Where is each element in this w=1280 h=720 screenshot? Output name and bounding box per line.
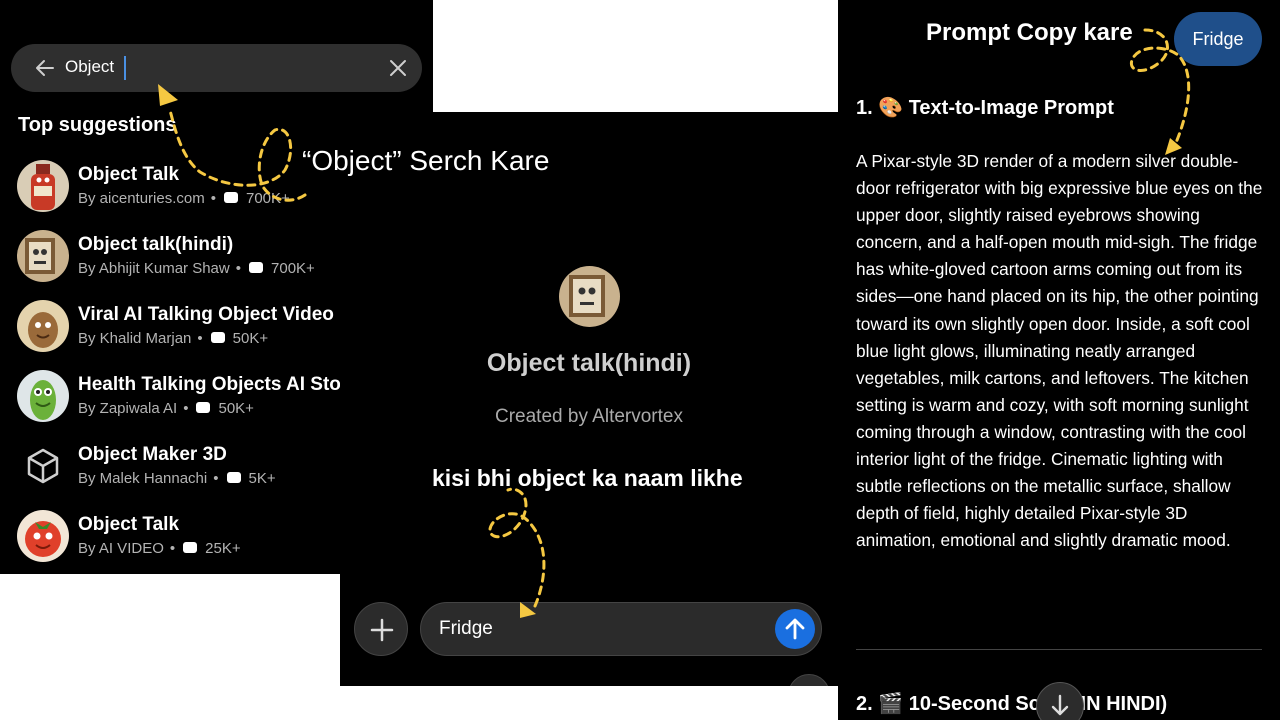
chat-bubble-icon <box>223 192 238 203</box>
gpt-chat-panel: Object talk(hindi) Created by Altervorte… <box>340 112 838 686</box>
suggestion-item[interactable]: Object Talk By aicenturies.com • 700K+ <box>0 160 340 222</box>
suggestion-name: Object Maker 3D <box>78 444 227 465</box>
scroll-button[interactable] <box>788 674 830 686</box>
chat-bubble-icon <box>210 332 225 343</box>
suggestion-name: Health Talking Objects AI Stories <box>78 374 340 395</box>
add-attachment-button[interactable] <box>354 602 408 656</box>
suggestion-name: Object Talk <box>78 514 180 535</box>
search-bar[interactable]: Object <box>11 44 422 92</box>
suggestion-item[interactable]: Object Maker 3D By Malek Hannachi • 5K+ <box>0 440 340 502</box>
section-heading-2: 2. 🎬 10-Second Sc (IN HINDI) <box>856 691 1167 716</box>
gpt-title: Object talk(hindi) <box>486 349 692 377</box>
suggestion-author: By Abhijit Kumar Shaw <box>78 260 230 277</box>
suggestion-author: By Zapiwala AI <box>78 400 178 417</box>
close-icon[interactable] <box>388 58 408 78</box>
divider <box>856 649 1262 650</box>
section-heading: 1. 🎨 Text-to-Image Prompt <box>856 97 1114 119</box>
search-input[interactable]: Object <box>65 57 114 77</box>
suggestion-item[interactable]: Viral AI Talking Object Video By Khalid … <box>0 300 340 362</box>
annotation-search: “Object” Serch Kare <box>302 145 550 176</box>
suggestion-name: Viral AI Talking Object Video <box>78 304 334 325</box>
suggestion-author: By Khalid Marjan <box>78 330 192 347</box>
suggestion-meta: By AI VIDEO • 25K+ <box>78 540 241 557</box>
suggestion-author: By AI VIDEO <box>78 540 164 557</box>
section-heading-2-end: (IN HINDI) <box>1073 693 1168 715</box>
suggestion-meta: By Malek Hannachi • 5K+ <box>78 470 276 487</box>
annotation-copy: Prompt Copy kare <box>926 19 1133 46</box>
chat-bubble-icon <box>249 262 264 273</box>
annotation-type: kisi bhi object ka naam likhe <box>432 465 743 491</box>
suggestion-meta: By Zapiwala AI • 50K+ <box>78 400 254 417</box>
suggestion-author: By Malek Hannachi <box>78 470 208 487</box>
chat-bubble-icon <box>226 472 241 483</box>
suggestion-author: By aicenturies.com <box>78 190 205 207</box>
suggestion-meta: By Khalid Marjan • 50K+ <box>78 330 269 347</box>
suggestion-count: 50K+ <box>218 400 254 417</box>
text-caret <box>124 56 126 80</box>
user-message-bubble: Fridge <box>1174 12 1262 66</box>
wood-avatar <box>17 300 69 352</box>
suggestion-name: Object Talk <box>78 164 180 185</box>
plus-icon <box>370 618 394 642</box>
pickle-avatar <box>17 370 69 422</box>
suggestion-name: Object talk(hindi) <box>78 234 234 255</box>
suggestion-item[interactable]: Health Talking Objects AI Stories By Zap… <box>0 370 340 432</box>
send-button[interactable] <box>775 609 815 649</box>
frame-avatar <box>17 230 69 282</box>
cube-icon <box>17 440 69 492</box>
suggestion-meta: By aicenturies.com • 700K+ <box>78 190 290 207</box>
arrow-down-icon <box>1051 694 1069 716</box>
tomato-avatar <box>17 510 69 562</box>
scroll-down-button[interactable] <box>1036 682 1084 720</box>
suggestion-meta: By Abhijit Kumar Shaw • 700K+ <box>78 260 315 277</box>
suggestion-count: 5K+ <box>248 470 276 487</box>
arrow-up-icon <box>785 618 805 640</box>
message-input[interactable]: Fridge <box>420 602 822 656</box>
chat-bubble-icon <box>196 402 211 413</box>
suggestion-count: 50K+ <box>232 330 269 347</box>
suggestion-count: 700K+ <box>271 260 315 277</box>
suggestion-item[interactable]: Object Talk By AI VIDEO • 25K+ <box>0 510 340 572</box>
suggestions-heading: Top suggestions <box>18 114 177 136</box>
bottle-avatar <box>17 160 69 212</box>
gpt-avatar <box>559 266 620 327</box>
message-input-text[interactable]: Fridge <box>439 618 493 640</box>
gpt-creator: Created by Altervortex <box>495 406 683 427</box>
response-panel: Fridge 1. 🎨 Text-to-Image Prompt A Pixar… <box>838 0 1280 720</box>
chat-bubble-icon <box>183 542 198 553</box>
prompt-text[interactable]: A Pixar-style 3D render of a modern silv… <box>856 148 1268 554</box>
suggestion-count: 700K+ <box>245 190 290 207</box>
suggestion-count: 25K+ <box>205 540 241 557</box>
back-arrow-icon[interactable] <box>33 56 57 80</box>
suggestion-item[interactable]: Object talk(hindi) By Abhijit Kumar Shaw… <box>0 230 340 292</box>
section-heading-2-start: 2. 🎬 10-Second Sc <box>856 693 1040 715</box>
